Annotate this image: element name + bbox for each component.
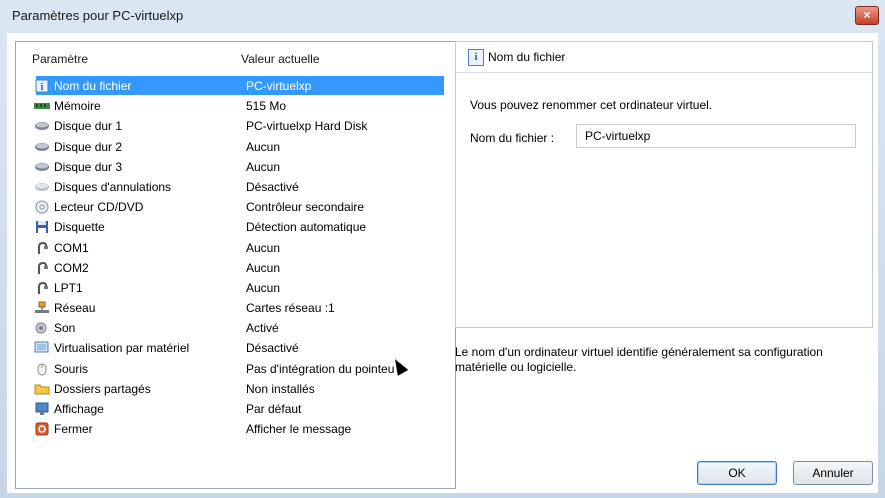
setting-name: Disque dur 3	[54, 159, 123, 174]
settings-row[interactable]: Affichage Par défaut	[22, 399, 452, 419]
settings-row[interactable]: Disque dur 2 Aucun	[22, 137, 452, 157]
undo-disk-icon	[34, 180, 50, 194]
setting-value: Cartes réseau :1	[246, 301, 335, 316]
settings-row[interactable]: Disque dur 3 Aucun	[22, 157, 452, 177]
setting-value: Aucun	[246, 260, 281, 275]
network-icon	[34, 301, 50, 315]
dialog-body: Paramètre Valeur actuelle i Nom du fichie…	[7, 33, 878, 493]
settings-row[interactable]: LPT1 Aucun	[22, 278, 452, 298]
setting-name: Disque dur 1	[54, 119, 123, 134]
port-icon	[34, 261, 50, 275]
settings-window: Paramètres pour PC-virtuelxp × Paramètre…	[0, 0, 885, 498]
column-header-param: Paramètre	[32, 52, 89, 66]
setting-name: Nom du fichier	[54, 79, 132, 93]
setting-value: PC-virtuelxp	[246, 79, 312, 93]
setting-name: LPT1	[54, 280, 83, 295]
setting-value: Désactivé	[246, 341, 299, 356]
setting-value: 515 Mo	[246, 99, 287, 114]
hard-disk-icon	[34, 140, 50, 154]
settings-row[interactable]: COM1 Aucun	[22, 238, 452, 258]
setting-value: Pas d'intégration du pointeu	[246, 361, 395, 376]
detail-title: Nom du fichier	[488, 50, 566, 64]
setting-name: Lecteur CD/DVD	[54, 200, 144, 215]
memory-icon	[34, 99, 50, 113]
port-icon	[34, 241, 50, 255]
settings-row[interactable]: Disquette Détection automatique	[22, 217, 452, 237]
setting-value: Activé	[246, 321, 279, 336]
setting-name: Son	[54, 321, 76, 336]
settings-row[interactable]: i Nom du fichier PC-virtuelxp	[22, 76, 452, 96]
hard-disk-icon	[34, 119, 50, 133]
setting-name: Souris	[54, 361, 89, 376]
display-icon	[34, 402, 50, 416]
cancel-button[interactable]: Annuler	[793, 461, 873, 485]
settings-row[interactable]: Souris Pas d'intégration du pointeu	[22, 359, 452, 379]
setting-name: Dossiers partagés	[54, 381, 151, 396]
setting-name: Virtualisation par matériel	[54, 341, 190, 356]
settings-rows: i Nom du fichier PC-virtuelxp Mémoire 515 Mo…	[22, 76, 452, 439]
sound-icon	[34, 321, 50, 335]
settings-row[interactable]: Son Activé	[22, 318, 452, 338]
close-button[interactable]: ×	[855, 6, 879, 25]
setting-value: Non installés	[246, 381, 315, 396]
setting-name: Mémoire	[54, 99, 101, 114]
svg-text:i: i	[41, 82, 44, 93]
setting-name: COM2	[54, 260, 89, 275]
setting-value: Par défaut	[246, 402, 302, 416]
setting-value: Contrôleur secondaire	[246, 200, 365, 215]
settings-row[interactable]: Disque dur 1 PC-virtuelxp Hard Disk	[22, 116, 452, 136]
detail-description: Vous pouvez renommer cet ordinateur virt…	[470, 98, 713, 112]
title-bar[interactable]: Paramètres pour PC-virtuelxp ×	[0, 0, 885, 30]
mouse-icon	[34, 362, 50, 376]
setting-name: Disque dur 2	[54, 139, 123, 154]
cd-dvd-icon	[34, 200, 50, 214]
setting-value: Afficher le message	[246, 422, 352, 437]
file-name-input[interactable]	[576, 124, 856, 148]
settings-row[interactable]: Virtualisation par matériel Désactivé	[22, 338, 452, 358]
setting-value: Détection automatique	[246, 220, 367, 235]
setting-name: Affichage	[54, 402, 104, 416]
setting-value: Aucun	[246, 159, 281, 174]
settings-row[interactable]: Disques d'annulations Désactivé	[22, 177, 452, 197]
setting-value: Aucun	[246, 139, 281, 154]
setting-value: PC-virtuelxp Hard Disk	[246, 119, 368, 134]
shared-folder-icon	[34, 382, 50, 396]
settings-row[interactable]: Dossiers partagés Non installés	[22, 379, 452, 399]
close-vm-icon	[34, 422, 50, 436]
info-icon: i	[468, 49, 484, 66]
setting-value: Désactivé	[246, 179, 299, 194]
window-title: Paramètres pour PC-virtuelxp	[12, 8, 184, 23]
setting-value: Aucun	[246, 240, 281, 255]
settings-row[interactable]: Fermer Afficher le message	[22, 419, 452, 439]
detail-panel: i Nom du fichier Vous pouvez renommer ce…	[455, 41, 873, 328]
settings-list: Paramètre Valeur actuelle i Nom du fichie…	[15, 41, 456, 489]
setting-name: Disques d'annulations	[54, 179, 172, 194]
detail-divider	[456, 72, 872, 73]
settings-row[interactable]: COM2 Aucun	[22, 258, 452, 278]
setting-value: Aucun	[246, 280, 281, 295]
port-icon	[34, 281, 50, 295]
settings-row[interactable]: Mémoire 515 Mo	[22, 96, 452, 116]
setting-name: Réseau	[54, 301, 96, 316]
column-header-value: Valeur actuelle	[241, 52, 320, 66]
settings-row[interactable]: Lecteur CD/DVD Contrôleur secondaire	[22, 197, 452, 217]
setting-name: COM1	[54, 240, 89, 255]
file-name-label: Nom du fichier :	[470, 131, 555, 145]
floppy-icon	[34, 220, 50, 234]
settings-row[interactable]: Réseau Cartes réseau :1	[22, 298, 452, 318]
ok-button[interactable]: OK	[697, 461, 777, 485]
setting-name: Fermer	[54, 422, 93, 437]
info-icon: i	[34, 79, 50, 93]
setting-name: Disquette	[54, 220, 105, 235]
hardware-virtualization-icon	[34, 341, 50, 355]
hard-disk-icon	[34, 160, 50, 174]
help-text: Le nom d'un ordinateur virtuel identifie…	[455, 345, 823, 374]
